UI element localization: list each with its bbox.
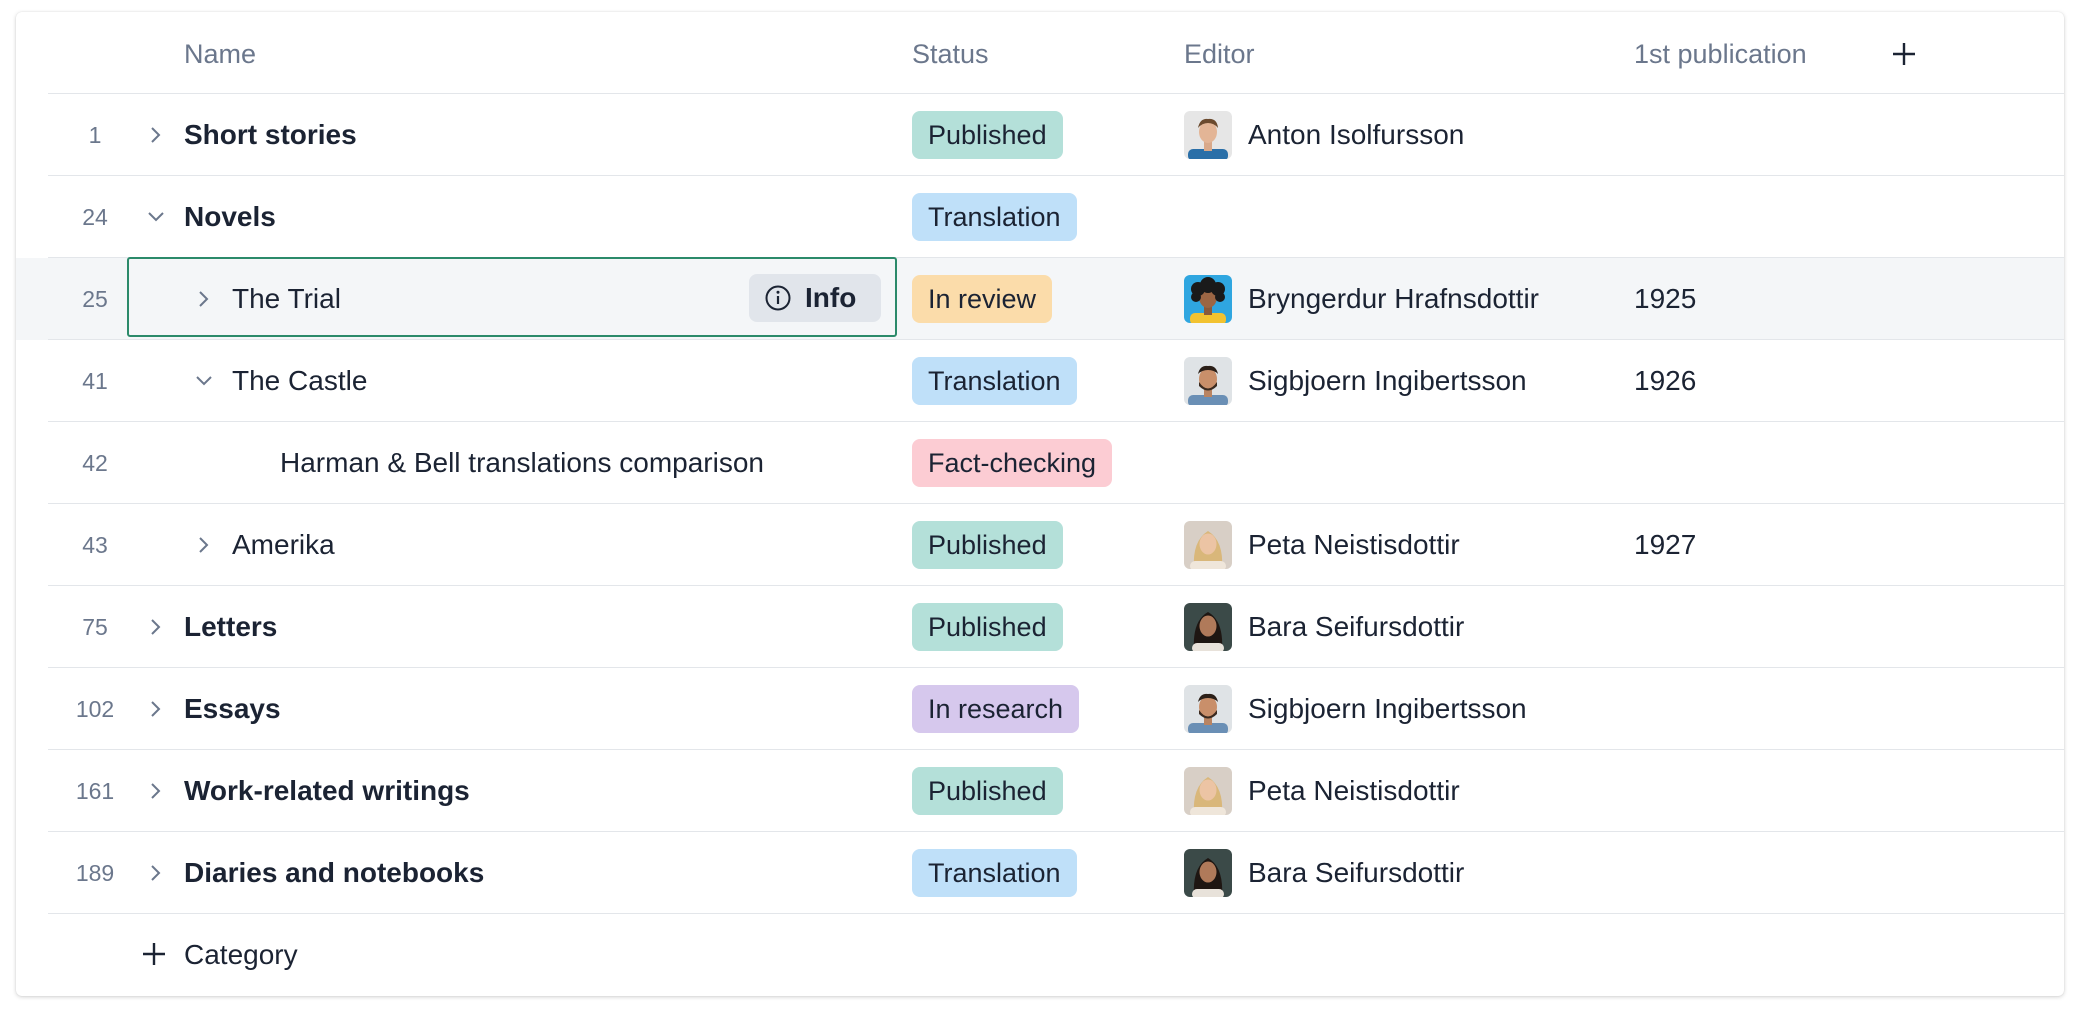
row-name[interactable]: The Castle: [232, 362, 367, 400]
table-row[interactable]: 42 Harman & Bell translations comparison…: [16, 422, 2064, 504]
table-row[interactable]: 1 Short stories Published Anton Isolfurs…: [16, 94, 2064, 176]
chevron-down-icon: [196, 376, 212, 386]
row-number: 42: [82, 450, 108, 476]
avatar: [1184, 521, 1232, 569]
table-row[interactable]: 189 Diaries and notebooks Translation Ba…: [16, 832, 2064, 914]
editor-name[interactable]: Bara Seifursdottir: [1248, 608, 1464, 646]
avatar: [1184, 685, 1232, 733]
avatar: [1184, 849, 1232, 897]
avatar: [1184, 767, 1232, 815]
row-number: 189: [75, 860, 115, 886]
table-row[interactable]: 75 Letters Published Bara Seifursdottir: [16, 586, 2064, 668]
expand-toggle[interactable]: [188, 529, 220, 561]
row-number: 75: [82, 614, 108, 640]
chevron-right-icon: [199, 291, 209, 307]
table-row[interactable]: 43 Amerika Published Peta Neistisdottir …: [16, 504, 2064, 586]
avatar: [1184, 111, 1232, 159]
status-badge[interactable]: Published: [912, 603, 1063, 651]
add-category-label[interactable]: Category: [184, 936, 298, 974]
status-badge[interactable]: In research: [912, 685, 1080, 733]
table-row-selected[interactable]: 25 The Trial In review Bryngerdur Hrafns…: [16, 258, 2064, 340]
status-badge[interactable]: Published: [912, 521, 1063, 569]
chevron-right-icon: [151, 127, 161, 143]
row-number: 102: [75, 696, 115, 722]
editor-name[interactable]: Anton Isolfursson: [1248, 116, 1464, 154]
chevron-right-icon: [151, 783, 161, 799]
expand-toggle[interactable]: [140, 611, 172, 643]
row-name[interactable]: Novels: [184, 198, 276, 236]
avatar: [1184, 603, 1232, 651]
row-name[interactable]: Harman & Bell translations comparison: [280, 444, 764, 482]
chevron-down-icon: [148, 212, 164, 222]
row-name[interactable]: Diaries and notebooks: [184, 854, 484, 892]
table-row[interactable]: 41 The Castle Translation Sigbjoern Ingi…: [16, 340, 2064, 422]
add-column-button[interactable]: [1886, 36, 1922, 72]
table-row[interactable]: 24 Novels Translation: [16, 176, 2064, 258]
status-badge[interactable]: Translation: [912, 193, 1077, 241]
row-name[interactable]: The Trial: [232, 280, 341, 318]
editor-name[interactable]: Sigbjoern Ingibertsson: [1248, 690, 1527, 728]
status-badge[interactable]: Published: [912, 111, 1063, 159]
info-icon: [765, 285, 791, 311]
publication-year[interactable]: 1926: [1634, 362, 1696, 400]
column-header-name[interactable]: Name: [184, 36, 256, 72]
chevron-right-icon: [151, 619, 161, 635]
editor-name[interactable]: Bara Seifursdottir: [1248, 854, 1464, 892]
row-number: 41: [82, 368, 108, 394]
publication-year[interactable]: 1927: [1634, 526, 1696, 564]
row-number: 24: [82, 204, 108, 230]
table-row[interactable]: 161 Work-related writings Published Peta…: [16, 750, 2064, 832]
status-badge[interactable]: Fact-checking: [912, 439, 1113, 487]
expand-toggle[interactable]: [140, 693, 172, 725]
column-header-status[interactable]: Status: [912, 36, 989, 72]
status-badge[interactable]: Translation: [912, 357, 1077, 405]
editor-name[interactable]: Peta Neistisdottir: [1248, 526, 1460, 564]
status-badge[interactable]: Published: [912, 767, 1063, 815]
plus-icon: [1893, 43, 1915, 65]
expand-toggle[interactable]: [140, 775, 172, 807]
avatar: [1184, 275, 1232, 323]
avatar: [1184, 357, 1232, 405]
row-name[interactable]: Short stories: [184, 116, 357, 154]
add-category-row[interactable]: Category: [16, 914, 2064, 996]
category-table: Name Status Editor 1st publication 1 Sho…: [16, 12, 2064, 996]
expand-toggle[interactable]: [140, 119, 172, 151]
row-name[interactable]: Work-related writings: [184, 772, 470, 810]
editor-name[interactable]: Bryngerdur Hrafnsdottir: [1248, 280, 1539, 318]
publication-year[interactable]: 1925: [1634, 280, 1696, 318]
info-button-label: Info: [805, 282, 857, 313]
column-header-first-publication[interactable]: 1st publication: [1634, 36, 1807, 72]
chevron-right-icon: [151, 865, 161, 881]
chevron-right-icon: [151, 701, 161, 717]
expand-toggle[interactable]: [140, 857, 172, 889]
row-name[interactable]: Letters: [184, 608, 277, 646]
editor-name[interactable]: Sigbjoern Ingibertsson: [1248, 362, 1527, 400]
row-number: 25: [82, 286, 108, 312]
info-button[interactable]: Info: [749, 274, 881, 322]
status-badge[interactable]: In review: [912, 275, 1053, 323]
editor-name[interactable]: Peta Neistisdottir: [1248, 772, 1460, 810]
add-category-button[interactable]: [136, 936, 172, 972]
row-name[interactable]: Amerika: [232, 526, 335, 564]
collapse-toggle[interactable]: [188, 365, 220, 397]
row-number: 43: [82, 532, 108, 558]
chevron-right-icon: [199, 537, 209, 553]
table-header: Name Status Editor 1st publication: [16, 12, 2064, 94]
column-header-editor[interactable]: Editor: [1184, 36, 1255, 72]
row-name[interactable]: Essays: [184, 690, 281, 728]
row-number: 1: [88, 122, 102, 148]
table-row[interactable]: 102 Essays In research Sigbjoern Ingiber…: [16, 668, 2064, 750]
plus-icon: [143, 943, 165, 965]
status-badge[interactable]: Translation: [912, 849, 1077, 897]
collapse-toggle[interactable]: [140, 201, 172, 233]
row-number: 161: [75, 778, 115, 804]
expand-toggle[interactable]: [188, 283, 220, 315]
